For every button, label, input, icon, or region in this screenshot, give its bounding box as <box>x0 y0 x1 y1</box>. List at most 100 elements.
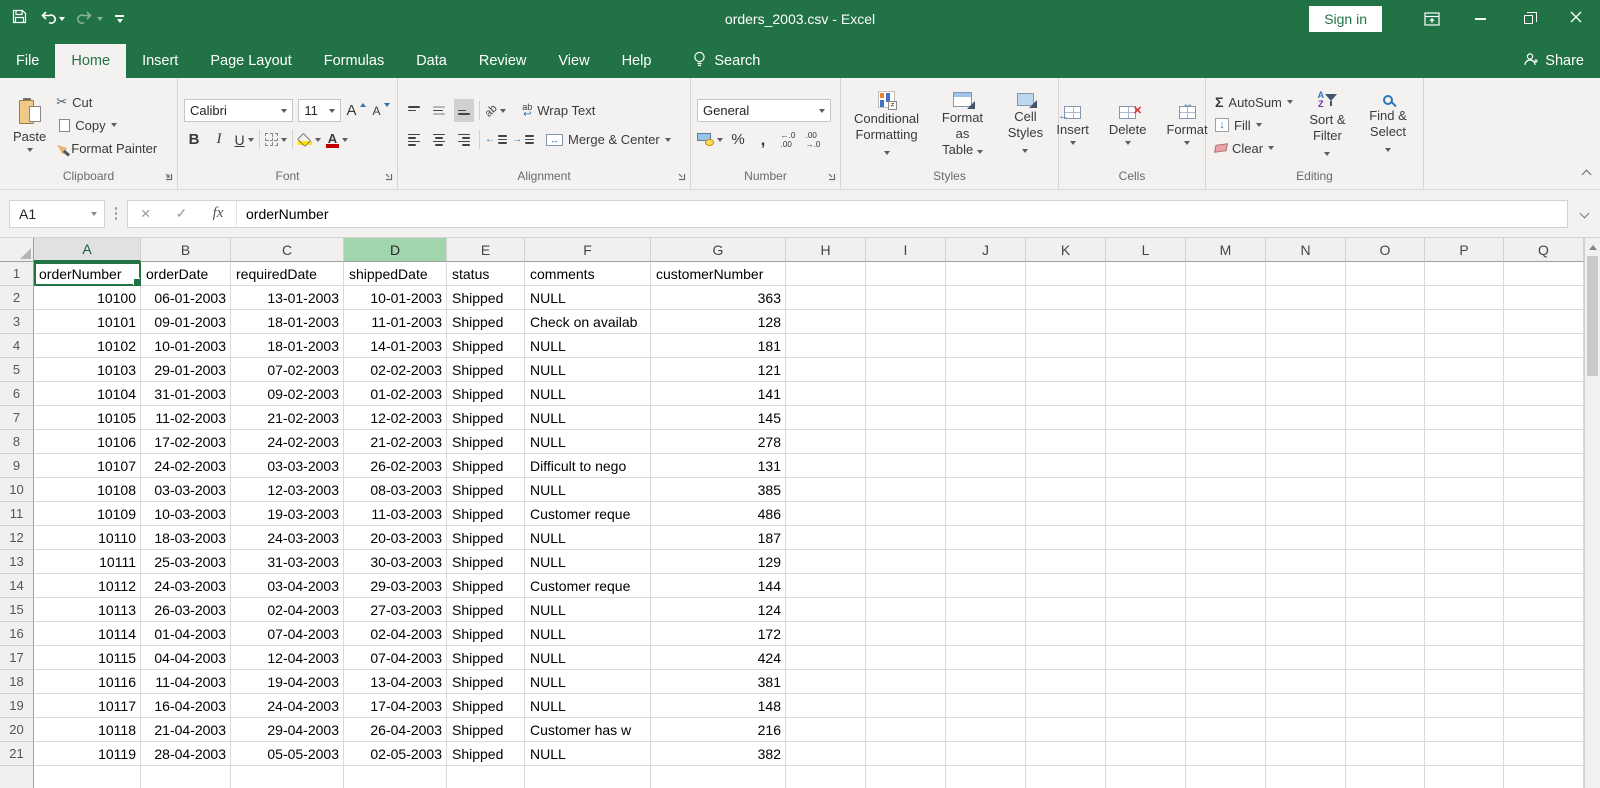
increase-indent-button[interactable]: → <box>512 128 534 151</box>
cell[interactable]: requiredDate <box>231 262 344 286</box>
cell[interactable] <box>1026 334 1106 358</box>
collapse-ribbon-button[interactable] <box>1583 165 1590 183</box>
cell[interactable]: NULL <box>525 334 651 358</box>
cell[interactable]: Shipped <box>447 742 525 766</box>
cell[interactable] <box>1186 358 1266 382</box>
cell[interactable] <box>1266 526 1346 550</box>
cell[interactable]: 363 <box>651 286 786 310</box>
cell[interactable] <box>1504 430 1584 454</box>
cell-styles-button[interactable]: CellStyles <box>999 82 1052 168</box>
align-center-button[interactable] <box>429 128 449 151</box>
vertical-scrollbar[interactable] <box>1584 238 1600 788</box>
tab-help[interactable]: Help <box>606 44 668 78</box>
sort-filter-button[interactable]: AZ Sort &Filter <box>1302 82 1353 168</box>
cell[interactable]: 10112 <box>34 574 141 598</box>
cell[interactable]: 27-03-2003 <box>344 598 447 622</box>
cell[interactable]: NULL <box>525 358 651 382</box>
cell[interactable]: Difficult to nego <box>525 454 651 478</box>
cell[interactable]: 03-03-2003 <box>141 478 231 502</box>
cell[interactable]: NULL <box>525 430 651 454</box>
cell[interactable] <box>1186 694 1266 718</box>
cell[interactable]: 07-02-2003 <box>231 358 344 382</box>
cell[interactable] <box>1504 382 1584 406</box>
cell[interactable] <box>1504 502 1584 526</box>
cell[interactable] <box>786 598 866 622</box>
column-header-J[interactable]: J <box>946 238 1026 262</box>
cell[interactable]: 424 <box>651 646 786 670</box>
cell[interactable] <box>866 526 946 550</box>
cell[interactable] <box>1186 382 1266 406</box>
row-header-7[interactable]: 7 <box>0 406 34 430</box>
cell[interactable] <box>1026 502 1106 526</box>
fill-button[interactable]: ↓ Fill <box>1212 114 1296 137</box>
cell[interactable] <box>1186 406 1266 430</box>
cell[interactable]: 10116 <box>34 670 141 694</box>
cell[interactable]: Shipped <box>447 694 525 718</box>
cell[interactable]: 381 <box>651 670 786 694</box>
cell[interactable]: 10113 <box>34 598 141 622</box>
cell[interactable] <box>1346 550 1425 574</box>
cell[interactable]: 144 <box>651 574 786 598</box>
cell[interactable]: 10102 <box>34 334 141 358</box>
cell[interactable] <box>651 766 786 788</box>
cell[interactable]: 10100 <box>34 286 141 310</box>
cell[interactable]: 31-01-2003 <box>141 382 231 406</box>
row-header-15[interactable]: 15 <box>0 598 34 622</box>
row-header-14[interactable]: 14 <box>0 574 34 598</box>
top-align-button[interactable] <box>404 99 424 122</box>
font-name-combo[interactable]: Calibri <box>184 99 293 122</box>
insert-function-button[interactable]: fx <box>213 205 224 222</box>
cell[interactable]: 24-03-2003 <box>231 526 344 550</box>
alignment-dialog-launcher[interactable] <box>676 170 687 187</box>
cell[interactable] <box>946 742 1026 766</box>
formula-bar-resize-handle[interactable] <box>108 207 124 220</box>
cell[interactable] <box>1266 334 1346 358</box>
cell[interactable]: 04-04-2003 <box>141 646 231 670</box>
cell[interactable]: NULL <box>525 550 651 574</box>
undo-button[interactable] <box>39 9 65 29</box>
cell[interactable] <box>946 574 1026 598</box>
cell[interactable] <box>1026 526 1106 550</box>
cell[interactable] <box>1106 334 1186 358</box>
cell[interactable]: 181 <box>651 334 786 358</box>
cell[interactable] <box>1266 550 1346 574</box>
cell[interactable]: 11-02-2003 <box>141 406 231 430</box>
cell[interactable] <box>1106 358 1186 382</box>
format-as-table-button[interactable]: Format asTable <box>930 82 995 168</box>
cell[interactable] <box>1266 766 1346 788</box>
paste-button[interactable]: Paste <box>6 82 53 168</box>
percent-style-button[interactable]: % <box>728 128 748 151</box>
cell[interactable] <box>1106 742 1186 766</box>
tab-home[interactable]: Home <box>55 44 126 78</box>
cell[interactable] <box>1425 310 1504 334</box>
row-header-17[interactable]: 17 <box>0 646 34 670</box>
cell[interactable] <box>1106 526 1186 550</box>
cell[interactable] <box>1346 502 1425 526</box>
cell[interactable] <box>786 622 866 646</box>
cell[interactable]: NULL <box>525 286 651 310</box>
cell[interactable] <box>946 502 1026 526</box>
cell[interactable] <box>1346 766 1425 788</box>
cell[interactable]: Shipped <box>447 670 525 694</box>
underline-button[interactable]: U <box>234 128 254 151</box>
cell[interactable]: 121 <box>651 358 786 382</box>
cell[interactable] <box>786 646 866 670</box>
cell[interactable]: NULL <box>525 742 651 766</box>
cell[interactable] <box>1106 478 1186 502</box>
cell[interactable] <box>1425 550 1504 574</box>
cell[interactable]: 10117 <box>34 694 141 718</box>
column-header-E[interactable]: E <box>447 238 525 262</box>
cell[interactable] <box>1425 478 1504 502</box>
cell[interactable] <box>1425 454 1504 478</box>
cell[interactable] <box>1425 406 1504 430</box>
cell[interactable] <box>866 670 946 694</box>
cell[interactable] <box>447 766 525 788</box>
middle-align-button[interactable] <box>429 99 449 122</box>
decrease-indent-button[interactable]: ← <box>485 128 507 151</box>
cell[interactable]: Shipped <box>447 454 525 478</box>
cell[interactable]: 216 <box>651 718 786 742</box>
cell[interactable] <box>946 766 1026 788</box>
cell[interactable] <box>866 646 946 670</box>
sign-in-button[interactable]: Sign in <box>1309 6 1382 32</box>
cell[interactable] <box>786 406 866 430</box>
